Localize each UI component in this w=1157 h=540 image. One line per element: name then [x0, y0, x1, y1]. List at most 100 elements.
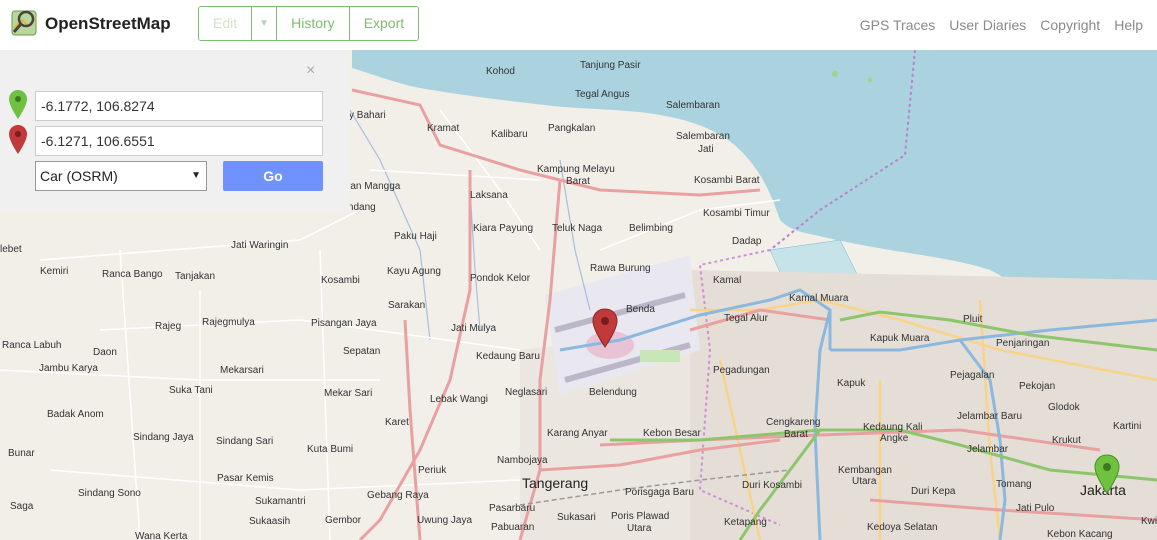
place-label: Kedaung Baru: [476, 351, 540, 362]
place-label: Tegal Angus: [575, 89, 630, 100]
place-label: Badak Anom: [47, 409, 104, 420]
place-label: y Bahari: [349, 110, 386, 121]
place-label: Pegadungan: [713, 365, 770, 376]
place-label: Sukaasih: [249, 516, 290, 527]
place-label: Kohod: [486, 66, 515, 77]
place-label: Nambojaya: [497, 455, 548, 466]
nav-copyright[interactable]: Copyright: [1040, 17, 1100, 33]
history-button[interactable]: History: [277, 7, 350, 40]
place-label: Ranca Labuh: [2, 340, 62, 351]
place-label: Belimbing: [629, 223, 673, 234]
place-label: Kosambi Barat: [694, 175, 760, 186]
place-label: Krukut: [1052, 435, 1081, 446]
place-label: Pabuaran: [491, 522, 534, 533]
place-label: Kedaung Kali: [863, 422, 923, 433]
place-label: Utara: [627, 523, 652, 534]
place-label: Sindang Jaya: [133, 432, 194, 443]
logo-icon[interactable]: [10, 8, 40, 38]
start-pin-icon: [9, 90, 27, 119]
place-label: Gebang Raya: [367, 490, 429, 501]
routing-engine-value: Car (OSRM): [40, 168, 118, 184]
place-label: Pangkalan: [548, 123, 595, 134]
place-label: Kapuk Muara: [870, 333, 930, 344]
place-label: Salembaran: [676, 131, 730, 142]
place-label: Poris Plawad: [611, 511, 669, 522]
place-label: Kedoya Selatan: [867, 522, 938, 533]
place-label: Pekojan: [1019, 381, 1055, 392]
place-label: Paku Haji: [394, 231, 437, 242]
place-label: ran Mangga: [347, 181, 401, 192]
routing-engine-select[interactable]: Car (OSRM) ▼: [35, 161, 207, 191]
chevron-down-icon: ▼: [191, 170, 201, 181]
place-label: Kebon Kacang: [1047, 529, 1113, 540]
place-label: Wana Kerta: [135, 531, 188, 540]
place-label: Sukamantri: [255, 496, 306, 507]
island: [867, 77, 873, 83]
place-label: Sepatan: [343, 346, 380, 357]
place-label: Salembaran: [666, 100, 720, 111]
place-label: Jati Mulya: [451, 323, 496, 334]
place-label: Kosambi Timur: [703, 208, 770, 219]
edit-button[interactable]: Edit: [199, 7, 253, 40]
nav-gps-traces[interactable]: GPS Traces: [860, 17, 935, 33]
close-icon[interactable]: ×: [306, 62, 315, 80]
place-label: Laksana: [470, 190, 508, 201]
edit-dropdown-toggle[interactable]: ▼: [252, 7, 278, 40]
export-button[interactable]: Export: [349, 7, 419, 40]
place-label: Pasarbaru: [489, 503, 535, 514]
brand-name[interactable]: OpenStreetMap: [45, 14, 171, 34]
route-to-input[interactable]: -6.1271, 106.6551: [35, 126, 323, 156]
place-label: Cengkareng: [766, 417, 820, 428]
place-label: Kuta Bumi: [307, 444, 353, 455]
place-label: Kwi: [1141, 516, 1157, 527]
place-label: Mekar Sari: [324, 388, 372, 399]
place-label: Rajeg: [155, 321, 181, 332]
place-label: Daon: [93, 347, 117, 358]
place-label: Uwung Jaya: [417, 515, 472, 526]
place-label: Kayu Agung: [387, 266, 441, 277]
place-label: Sukasari: [557, 512, 596, 523]
place-label: Jati Waringin: [231, 240, 288, 251]
place-label: Jambu Karya: [39, 363, 98, 374]
go-button[interactable]: Go: [223, 161, 323, 191]
place-label: Penjaringan: [996, 338, 1049, 349]
place-label: Barat: [784, 429, 808, 440]
place-label: Suka Tani: [169, 385, 213, 396]
place-label: Kamal Muara: [789, 293, 849, 304]
place-label: Barat: [566, 176, 590, 187]
place-label: Neglasari: [505, 387, 547, 398]
place-label: Kampung Melayu: [537, 164, 615, 175]
park: [640, 350, 680, 362]
place-label: Saga: [10, 501, 34, 512]
place-label: Kapuk: [837, 378, 866, 389]
place-label: Kosambi: [321, 275, 360, 286]
nav-user-diaries[interactable]: User Diaries: [949, 17, 1026, 33]
place-label: Bunar: [8, 448, 35, 459]
place-label: Tegal Alur: [724, 313, 769, 324]
place-label: Duri Kepa: [911, 486, 956, 497]
place-label: Kramat: [427, 123, 459, 134]
place-label: Pondok Kelor: [470, 273, 531, 284]
route-from-input[interactable]: -6.1772, 106.8274: [35, 91, 323, 121]
place-label: Karet: [385, 417, 409, 428]
place-label: Utara: [852, 476, 877, 487]
place-label: Pluit: [963, 314, 983, 325]
end-pin-icon: [9, 125, 27, 154]
place-label: Periuk: [418, 465, 447, 476]
place-label: Karang Anyar: [547, 428, 608, 439]
city-label-tangerang: Tangerang: [522, 475, 588, 491]
place-label: Sindang Sono: [78, 488, 141, 499]
place-label: Pejagalan: [950, 370, 994, 381]
place-label: Duri Kosambi: [742, 480, 802, 491]
place-label: Sindang Sari: [216, 436, 273, 447]
nav-help[interactable]: Help: [1114, 17, 1143, 33]
place-label: Pisangan Jaya: [311, 318, 377, 329]
place-label: Kembangan: [838, 465, 892, 476]
place-label: Mekarsari: [220, 365, 264, 376]
place-label: Rawa Burung: [590, 263, 651, 274]
place-label: Jelambar Baru: [957, 411, 1022, 422]
secondary-nav: GPS Traces User Diaries Copyright Help: [860, 17, 1157, 33]
place-label: Ranca Bango: [102, 269, 163, 280]
place-label: lebet: [0, 244, 22, 255]
place-label: Teluk Naga: [552, 223, 602, 234]
